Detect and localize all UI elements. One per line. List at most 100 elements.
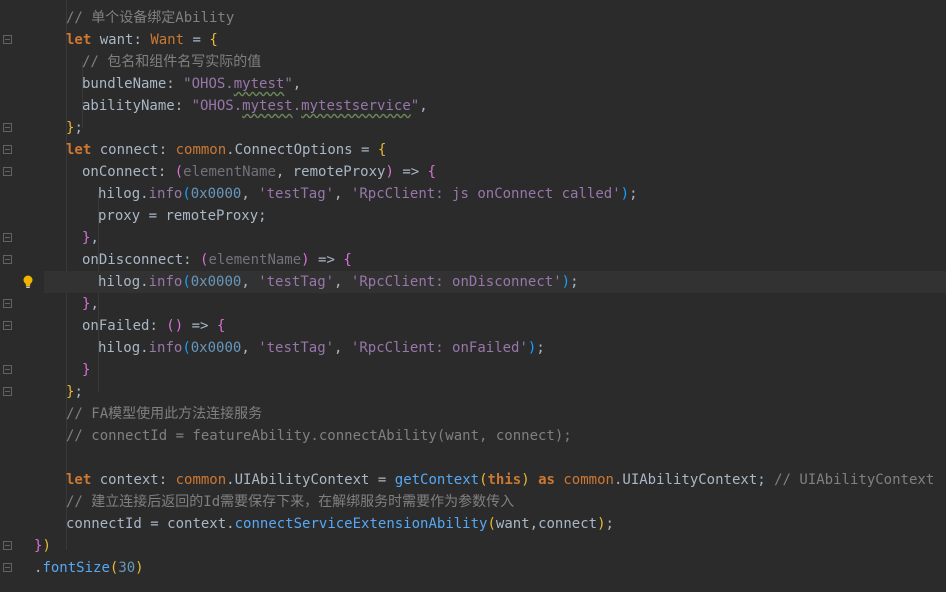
code-line-content: // 建立连接后返回的Id需要保存下来，在解绑服务时需要作为参数传入 [66,491,514,513]
fold-marker-icon[interactable] [3,35,12,44]
code-token: 'testTag' [258,274,335,290]
code-line[interactable]: }) [34,535,946,557]
fold-marker-icon[interactable] [3,321,12,330]
code-token: { [216,318,226,334]
code-token: ; [74,120,83,136]
code-line-content: let want: Want = { [66,29,218,51]
code-line[interactable]: // 单个设备绑定Ability [44,7,946,29]
code-token: ( [182,274,191,290]
code-token: " [284,76,293,92]
code-token: let [66,472,92,488]
code-line[interactable]: abilityName: "OHOS.mytest.mytestservice"… [44,95,946,117]
code-line[interactable]: onConnect: (elementName, remoteProxy) =>… [44,161,946,183]
code-line[interactable]: .fontSize(30) [34,557,946,579]
code-line[interactable]: let want: Want = { [44,29,946,51]
code-token: . [140,186,149,202]
fold-marker-icon[interactable] [3,123,12,132]
code-line[interactable]: // 包名和组件名写实际的值 [44,51,946,73]
fold-marker-icon[interactable] [3,145,12,154]
code-line[interactable]: bundleName: "OHOS.mytest", [44,73,946,95]
code-line[interactable]: // FA模型使用此方法连接服务 [44,403,946,425]
code-line-content: }) [34,535,51,557]
code-token: "OHOS. [183,76,234,92]
code-token: hilog [98,186,141,202]
code-line[interactable] [44,447,946,469]
code-token: Want [150,32,185,48]
code-line-content: }; [66,381,83,403]
code-token: fontSize [42,560,110,576]
code-token: ) [561,274,571,290]
code-token: elementName [183,164,276,180]
code-line[interactable]: // 建立连接后返回的Id需要保存下来，在解绑服务时需要作为参数传入 [44,491,946,513]
code-token: mytest [233,76,285,92]
code-editor[interactable]: // 单个设备绑定Ability let want: Want = {// 包名和… [34,0,946,592]
code-line-content: abilityName: "OHOS.mytest.mytestservice"… [82,95,428,117]
code-token: ( [182,340,191,356]
fold-marker-icon[interactable] [3,233,12,242]
code-token: as [529,472,564,488]
code-token: bundleName [82,76,167,92]
code-token: , [241,274,259,290]
code-token: . [226,142,235,158]
fold-marker-icon[interactable] [3,563,12,572]
code-token: this [487,472,522,488]
code-line-content: onConnect: (elementName, remoteProxy) =>… [82,161,436,183]
code-token: hilog [98,274,141,290]
code-token: mytestservice [301,98,411,114]
code-line-content: connectId = context.connectServiceExtens… [66,513,614,535]
code-line[interactable]: connectId = context.connectServiceExtens… [44,513,946,535]
code-token: ) [301,252,310,268]
code-token: { [209,32,218,48]
code-line-content: }; [66,117,83,139]
code-line[interactable]: // connectId = featureAbility.connectAbi… [44,425,946,447]
code-token: ) [597,516,606,532]
code-line[interactable]: }; [44,381,946,403]
code-line[interactable]: }, [44,227,946,249]
code-token: ; [74,384,83,400]
code-token: = [141,516,168,532]
code-line[interactable]: proxy = remoteProxy; [44,205,946,227]
code-token: = [140,208,166,224]
code-token: // FA模型使用此方法连接服务 [66,406,263,422]
code-token: ( [174,164,184,180]
code-token: , [334,186,351,202]
fold-marker-icon[interactable] [3,167,12,176]
code-line[interactable]: }, [44,293,946,315]
code-line[interactable]: let context: common.UIAbilityContext = g… [44,469,946,491]
code-line[interactable]: onFailed: () => { [44,315,946,337]
editor-gutter [0,0,44,592]
code-token: want [91,32,134,48]
code-line[interactable]: hilog.info(0x0000, 'testTag', 'RpcClient… [44,271,946,293]
fold-marker-icon[interactable] [3,541,12,550]
code-token: connect [538,516,598,532]
code-line[interactable]: hilog.info(0x0000, 'testTag', 'RpcClient… [44,337,946,359]
code-token: () [166,318,184,334]
code-token: // 包名和组件名写实际的值 [82,54,262,70]
code-line[interactable]: }; [44,117,946,139]
code-token: connectServiceExtensionAbility [234,516,488,532]
code-line[interactable]: let connect: common.ConnectOptions = { [44,139,946,161]
code-token: . [226,516,235,532]
code-line[interactable]: onDisconnect: (elementName) => { [44,249,946,271]
code-token: 0x0000 [190,274,242,290]
code-token: want [495,516,530,532]
fold-marker-icon[interactable] [3,387,12,396]
code-line[interactable]: } [44,359,946,381]
code-token: "OHOS. [191,98,243,114]
code-token: ; [629,186,638,202]
code-line[interactable]: hilog.info(0x0000, 'testTag', 'RpcClient… [44,183,946,205]
code-token: ) [42,538,51,554]
code-token: hilog [98,340,141,356]
lightbulb-icon[interactable] [22,275,34,289]
fold-marker-icon[interactable] [3,365,12,374]
code-line-content: // 单个设备绑定Ability [66,7,234,29]
code-token: ( [487,516,496,532]
code-token: ) [521,472,530,488]
fold-marker-icon[interactable] [3,299,12,308]
code-token: // UIAbilityContext [774,472,935,488]
code-token: , [419,98,428,114]
code-token: remoteProxy [165,208,259,224]
code-token: : [157,164,175,180]
fold-marker-icon[interactable] [3,255,12,264]
code-line-content: hilog.info(0x0000, 'testTag', 'RpcClient… [98,183,638,205]
